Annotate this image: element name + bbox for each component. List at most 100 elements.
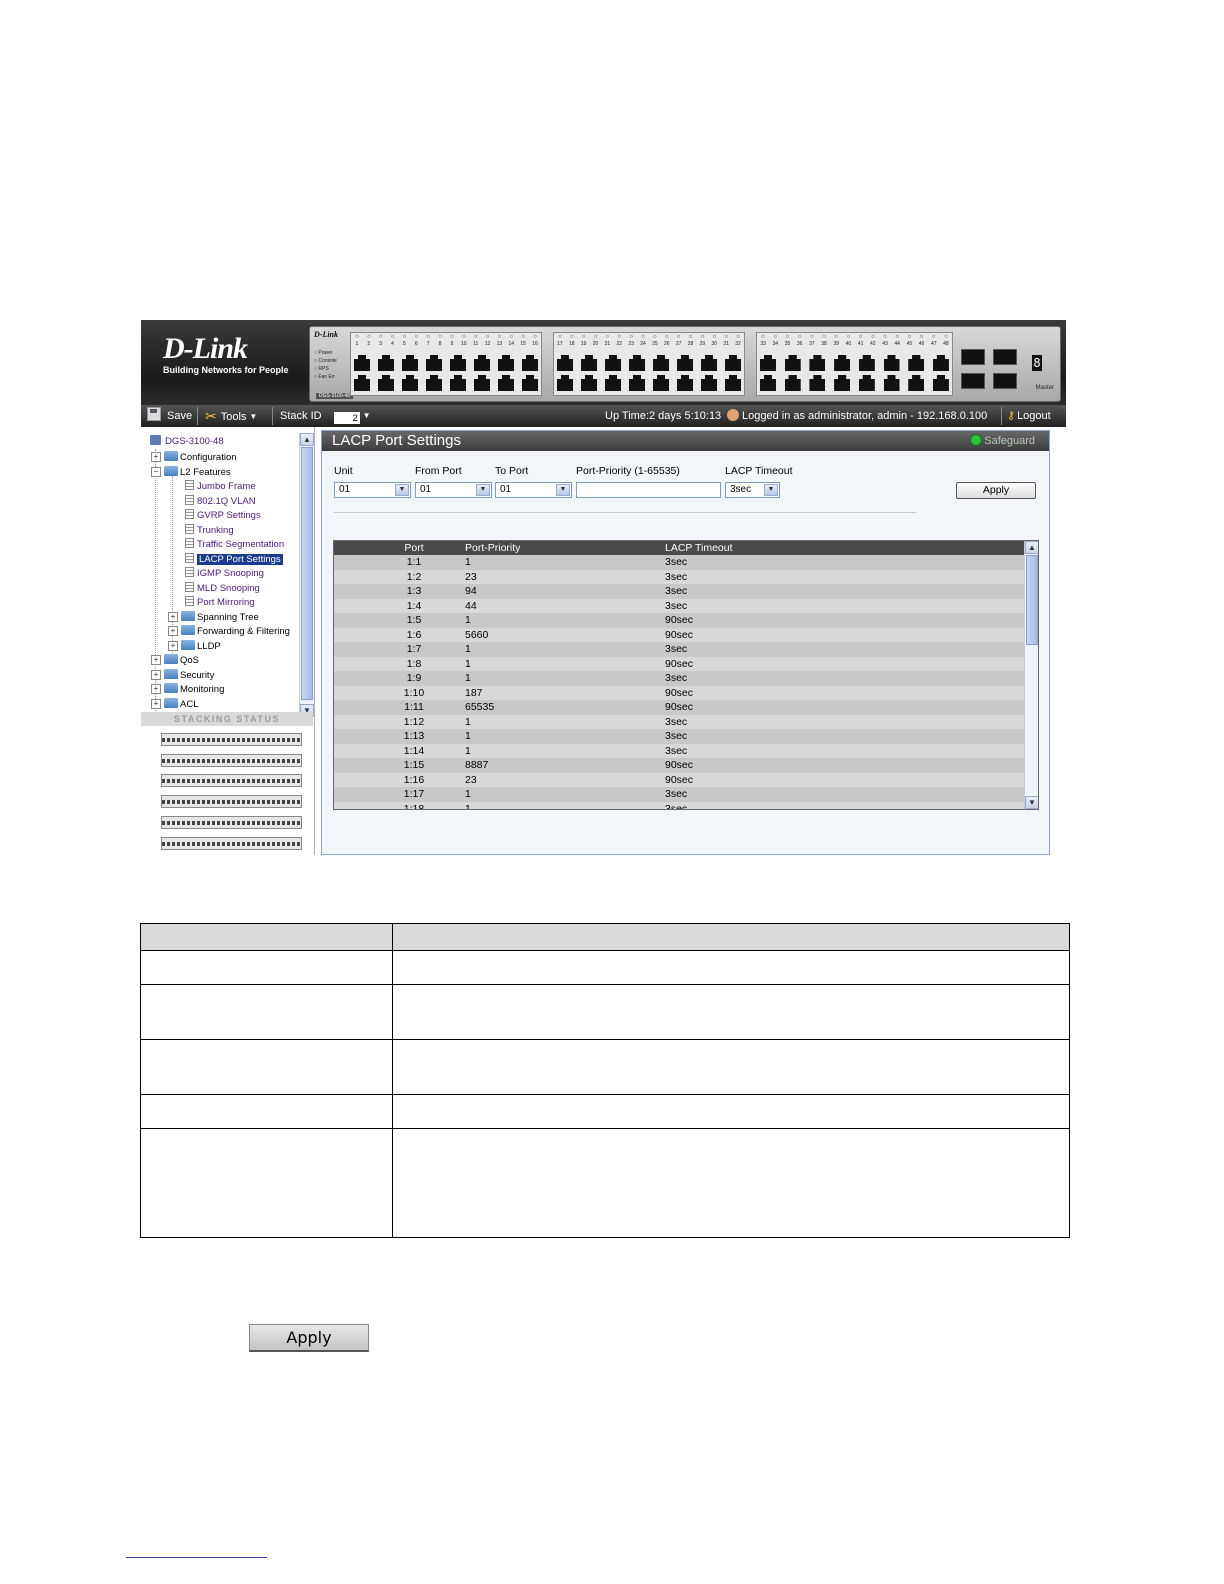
ethernet-port-icon[interactable] — [653, 375, 669, 391]
chevron-down-icon[interactable]: ▼ — [476, 484, 490, 496]
ethernet-port-icon[interactable] — [426, 355, 442, 371]
chevron-down-icon[interactable]: ▼ — [764, 484, 778, 496]
ethernet-port-icon[interactable] — [677, 355, 693, 371]
tree-item-igmp-snooping[interactable]: IGMP Snooping — [185, 567, 264, 581]
stack-unit-6[interactable] — [161, 837, 302, 850]
ethernet-port-icon[interactable] — [908, 375, 925, 391]
ethernet-port-icon[interactable] — [809, 375, 826, 391]
ethernet-port-icon[interactable] — [378, 375, 394, 391]
expand-icon[interactable]: + — [151, 655, 161, 665]
apply-button[interactable]: Apply — [956, 482, 1036, 499]
tree-scrollbar[interactable]: ▲ ▼ — [299, 433, 314, 717]
expand-icon[interactable]: + — [168, 612, 178, 622]
ethernet-port-icon[interactable] — [725, 355, 741, 371]
ethernet-port-icon[interactable] — [858, 375, 875, 391]
expand-icon[interactable]: + — [168, 641, 178, 651]
stack-unit-2[interactable] — [161, 754, 302, 767]
tree-item-configuration[interactable]: + Configuration — [151, 451, 237, 465]
ethernet-port-icon[interactable] — [474, 375, 490, 391]
stack-id-value[interactable]: 2 — [333, 412, 360, 424]
tree-item-8021q-vlan[interactable]: 802.1Q VLAN — [185, 495, 256, 509]
chevron-down-icon[interactable]: ▼ — [395, 484, 409, 496]
to-port-select[interactable]: 01 ▼ — [495, 482, 572, 498]
tree-root[interactable]: DGS-3100-48 — [150, 435, 224, 449]
tree-item-trunking[interactable]: Trunking — [185, 524, 234, 538]
ethernet-port-icon[interactable] — [784, 355, 801, 371]
tree-item-lldp[interactable]: + LLDP — [168, 640, 221, 654]
ethernet-port-icon[interactable] — [402, 375, 418, 391]
ethernet-port-icon[interactable] — [498, 355, 514, 371]
stack-unit-1[interactable] — [161, 733, 302, 746]
ethernet-port-icon[interactable] — [354, 355, 370, 371]
ethernet-port-icon[interactable] — [557, 375, 573, 391]
tree-item-jumbo-frame[interactable]: Jumbo Frame — [185, 480, 256, 494]
ethernet-port-icon[interactable] — [760, 375, 776, 391]
tree-item-gvrp-settings[interactable]: GVRP Settings — [185, 509, 261, 523]
stack-unit-4[interactable] — [161, 795, 302, 808]
ethernet-port-icon[interactable] — [581, 375, 597, 391]
lacp-timeout-select[interactable]: 3sec ▼ — [725, 482, 780, 498]
tree-item-acl[interactable]: + ACL — [151, 698, 198, 712]
ethernet-port-icon[interactable] — [450, 355, 466, 371]
ethernet-port-icon[interactable] — [701, 355, 717, 371]
tree-item-port-mirroring[interactable]: Port Mirroring — [185, 596, 255, 610]
ethernet-port-icon[interactable] — [677, 375, 693, 391]
ethernet-port-icon[interactable] — [522, 355, 538, 371]
ethernet-port-icon[interactable] — [883, 355, 900, 371]
ethernet-port-icon[interactable] — [760, 355, 776, 371]
save-button[interactable]: Save — [147, 405, 192, 427]
unit-select[interactable]: 01 ▼ — [334, 482, 411, 498]
tree-item-forwarding-filtering[interactable]: + Forwarding & Filtering — [168, 625, 290, 639]
tree-item-security[interactable]: + Security — [151, 669, 214, 683]
expand-icon[interactable]: + — [151, 670, 161, 680]
stack-unit-3[interactable] — [161, 774, 302, 787]
scroll-thumb[interactable] — [301, 447, 313, 700]
ethernet-port-icon[interactable] — [378, 355, 394, 371]
ethernet-port-icon[interactable] — [354, 375, 370, 391]
chevron-down-icon[interactable]: ▼ — [363, 411, 371, 420]
expand-icon[interactable]: + — [151, 699, 161, 709]
stack-id-selector[interactable]: Stack ID 2 ▼ — [280, 405, 371, 427]
ethernet-port-icon[interactable] — [402, 355, 418, 371]
ethernet-port-icon[interactable] — [581, 355, 597, 371]
ethernet-port-icon[interactable] — [426, 375, 442, 391]
chevron-down-icon[interactable]: ▼ — [556, 484, 570, 496]
scroll-up-icon[interactable]: ▲ — [1025, 541, 1038, 554]
expand-icon[interactable]: + — [151, 452, 161, 462]
ethernet-port-icon[interactable] — [908, 355, 925, 371]
expand-icon[interactable]: + — [168, 626, 178, 636]
ethernet-port-icon[interactable] — [653, 355, 669, 371]
ethernet-port-icon[interactable] — [629, 375, 645, 391]
port-priority-input[interactable] — [576, 482, 721, 498]
ethernet-port-icon[interactable] — [809, 355, 826, 371]
tools-menu[interactable]: ✂ Tools ▼ — [205, 405, 257, 427]
tree-item-lacp-port-settings[interactable]: LACP Port Settings — [185, 553, 283, 567]
collapse-icon[interactable]: − — [151, 467, 161, 477]
ethernet-port-icon[interactable] — [629, 355, 645, 371]
tree-item-spanning-tree[interactable]: + Spanning Tree — [168, 611, 259, 625]
table-scrollbar[interactable]: ▲ ▼ — [1024, 541, 1038, 809]
stack-unit-5[interactable] — [161, 816, 302, 829]
ethernet-port-icon[interactable] — [883, 375, 900, 391]
tree-item-traffic-segmentation[interactable]: Traffic Segmentation — [185, 538, 284, 552]
ethernet-port-icon[interactable] — [725, 375, 741, 391]
ethernet-port-icon[interactable] — [605, 355, 621, 371]
ethernet-port-icon[interactable] — [932, 355, 949, 371]
scroll-up-icon[interactable]: ▲ — [300, 433, 314, 446]
tree-item-qos[interactable]: + QoS — [151, 654, 199, 668]
from-port-select[interactable]: 01 ▼ — [415, 482, 492, 498]
ethernet-port-icon[interactable] — [834, 375, 851, 391]
ethernet-port-icon[interactable] — [522, 375, 538, 391]
ethernet-port-icon[interactable] — [557, 355, 573, 371]
scroll-down-icon[interactable]: ▼ — [1025, 796, 1038, 809]
ethernet-port-icon[interactable] — [834, 355, 851, 371]
tree-item-mld-snooping[interactable]: MLD Snooping — [185, 582, 260, 596]
ethernet-port-icon[interactable] — [701, 375, 717, 391]
ethernet-port-icon[interactable] — [605, 375, 621, 391]
tree-item-l2-features[interactable]: − L2 Features — [151, 466, 231, 480]
ethernet-port-icon[interactable] — [932, 375, 949, 391]
scroll-thumb[interactable] — [1026, 555, 1038, 645]
ethernet-port-icon[interactable] — [498, 375, 514, 391]
tree-item-monitoring[interactable]: + Monitoring — [151, 683, 224, 697]
ethernet-port-icon[interactable] — [784, 375, 801, 391]
